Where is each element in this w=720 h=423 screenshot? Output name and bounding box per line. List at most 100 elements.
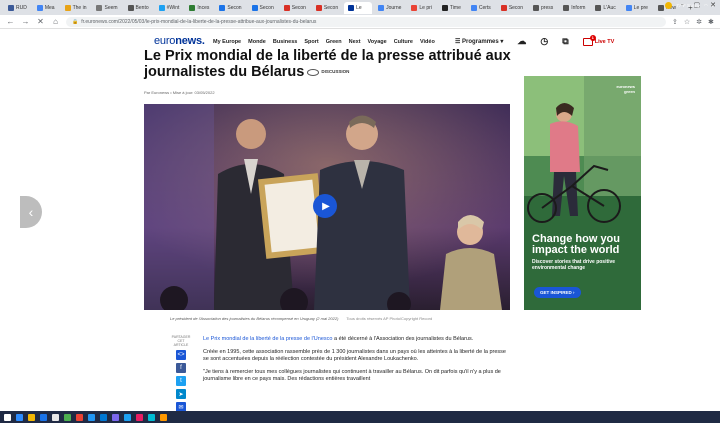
facebook-icon[interactable]: f — [176, 363, 186, 373]
screen-icon[interactable]: ⧉ — [562, 36, 568, 47]
tab-favicon-icon — [127, 4, 134, 11]
clock-icon[interactable]: ◷ — [540, 36, 548, 47]
tab-label: Secon — [259, 4, 274, 11]
weather-text[interactable]: 77°F Sunny — [676, 3, 700, 8]
pin-icon[interactable]: ✱ — [708, 18, 714, 26]
browser-tab-strip: RUD Mea The in Seem Bento #Wint Inces Secon Seco… — [0, 0, 720, 15]
tab-favicon-icon — [348, 4, 355, 11]
taskbar-app-icon[interactable] — [160, 413, 167, 421]
euronews-logo[interactable]: euronews. — [154, 35, 205, 47]
wifi-icon[interactable]: ◠ — [704, 3, 708, 9]
nav-item[interactable]: Culture — [394, 39, 413, 45]
embed-icon[interactable]: <> — [176, 350, 186, 360]
programmes-menu[interactable]: ☰ Programmes ▾ — [455, 38, 503, 45]
nav-item[interactable]: Sport — [304, 39, 318, 45]
browser-tab[interactable]: L'Auc — [591, 2, 619, 14]
tab-label: Mea — [44, 4, 55, 11]
browser-tab[interactable]: Inform — [559, 2, 589, 14]
tab-label: press — [541, 4, 554, 11]
nav-item[interactable]: My Europe — [213, 39, 241, 45]
volume-icon[interactable]: ♪ — [712, 3, 714, 8]
browser-tab[interactable]: Certs — [467, 2, 495, 14]
article-headline: Le Prix mondial de la liberté de la pres… — [144, 48, 524, 80]
home-icon[interactable]: ⌂ — [51, 17, 60, 26]
browser-tab[interactable]: Secon — [248, 2, 278, 14]
taskbar-app-icon[interactable] — [64, 413, 71, 421]
browser-tab[interactable]: #Wint — [155, 2, 184, 14]
browser-tab[interactable]: RUD — [4, 2, 31, 14]
discussion-link[interactable]: DISCUSSION — [307, 64, 349, 80]
live-tv-button[interactable]: 1 Live TV — [582, 34, 614, 46]
browser-tab[interactable]: Secon — [497, 2, 527, 14]
chevron-left-icon: ‹ — [28, 204, 34, 220]
tab-label: Bento — [135, 4, 149, 11]
tab-favicon-icon — [657, 4, 664, 11]
taskbar-app-icon[interactable] — [124, 413, 131, 421]
telegram-icon[interactable]: ➤ — [176, 389, 186, 399]
address-bar: ← → ✕ ⌂ 🔒 fr.euronews.com/2022/05/03/le-… — [0, 15, 720, 29]
play-button[interactable]: ▶ — [313, 194, 337, 218]
tab-label: Secon — [227, 4, 242, 11]
close-icon[interactable]: ✕ — [36, 17, 45, 26]
tab-favicon-icon — [441, 4, 448, 11]
nav-item[interactable]: Vidéo — [420, 39, 435, 45]
taskbar-app-icon[interactable] — [148, 413, 155, 421]
browser-tab[interactable]: Inces — [185, 2, 213, 14]
previous-article-button[interactable]: ‹ — [20, 196, 42, 228]
url-text: fr.euronews.com/2022/05/03/le-prix-mondi… — [81, 18, 317, 25]
article-byline: Par Euronews • Mise à jour: 03/05/2022 — [144, 90, 215, 95]
browser-tab[interactable]: Secon — [312, 2, 342, 14]
taskbar-app-icon[interactable] — [4, 413, 11, 421]
weather-icon[interactable]: ☁ — [517, 36, 526, 47]
extensions-icon[interactable]: ✲ — [696, 18, 702, 26]
browser-tab[interactable]: The in — [61, 2, 91, 14]
browser-tab[interactable]: Bento — [124, 2, 153, 14]
tab-label: Journe — [386, 4, 402, 11]
twitter-icon[interactable]: t — [176, 376, 186, 386]
taskbar-app-icon[interactable] — [16, 413, 23, 421]
nav-item[interactable]: Voyage — [368, 39, 387, 45]
ad-cta-button[interactable]: GET INSPIRED › — [534, 287, 581, 298]
browser-tab[interactable]: Time — [438, 2, 465, 14]
nav-item[interactable]: Business — [273, 39, 297, 45]
browser-tab[interactable]: Secon — [215, 2, 245, 14]
taskbar-app-icon[interactable] — [136, 413, 143, 421]
tab-favicon-icon — [251, 4, 258, 11]
share-icon[interactable]: ⇪ — [672, 18, 678, 26]
bookmark-star-icon[interactable]: ☆ — [684, 18, 690, 26]
browser-tab[interactable]: Le pri — [407, 2, 436, 14]
url-field[interactable]: 🔒 fr.euronews.com/2022/05/03/le-prix-mon… — [66, 16, 666, 27]
browser-tab[interactable]: press — [529, 2, 557, 14]
tab-favicon-icon — [189, 4, 196, 11]
main-nav: My Europe Monde Business Sport Green Next Voya… — [213, 39, 435, 45]
advertisement[interactable]: euronews green Change how you impact the… — [524, 76, 641, 310]
browser-tab[interactable]: Journe — [374, 2, 405, 14]
taskbar-app-icon[interactable] — [88, 413, 95, 421]
browser-tab[interactable]: Le — [344, 1, 373, 14]
tab-label: Le pri — [419, 4, 432, 11]
caption-text: Le président de l'Association des journa… — [170, 316, 339, 321]
unesco-prize-link[interactable]: Le Prix mondial de la liberté de la pres… — [203, 336, 332, 342]
nav-item[interactable]: Next — [349, 39, 361, 45]
tab-favicon-icon — [378, 4, 385, 11]
taskbar-app-icon[interactable] — [76, 413, 83, 421]
taskbar-app-icon[interactable] — [52, 413, 59, 421]
tab-label: Secon — [323, 4, 339, 11]
tab-label: Certs — [478, 4, 491, 11]
nav-item[interactable]: Green — [326, 39, 342, 45]
browser-tab[interactable]: Le pre — [622, 2, 652, 14]
system-tray: 77°F Sunny ◠ ♪ — [665, 2, 714, 9]
browser-tab[interactable]: Secon — [280, 2, 310, 14]
nav-item[interactable]: Monde — [248, 39, 266, 45]
taskbar-app-icon[interactable] — [112, 413, 119, 421]
taskbar-app-icon[interactable] — [28, 413, 35, 421]
back-icon[interactable]: ← — [6, 17, 15, 26]
taskbar-app-icon[interactable] — [100, 413, 107, 421]
forward-icon[interactable]: → — [21, 17, 30, 26]
paragraph-2: Créée en 1995, cette association rassemb… — [203, 348, 506, 363]
browser-tab[interactable]: Seem — [92, 2, 121, 14]
tab-favicon-icon — [563, 4, 570, 11]
programmes-label: Programmes — [462, 39, 499, 45]
browser-tab[interactable]: Mea — [33, 2, 59, 14]
taskbar-app-icon[interactable] — [40, 413, 47, 421]
